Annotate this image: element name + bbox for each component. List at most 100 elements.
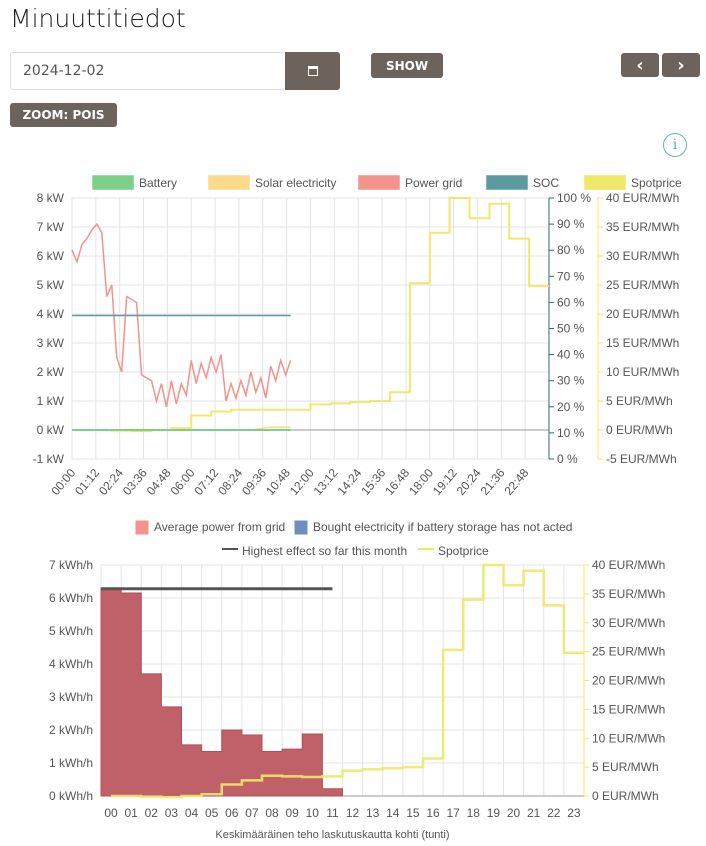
- legend-label: Highest effect so far this month: [242, 544, 407, 558]
- x-tick-label: 15:36: [358, 466, 388, 498]
- y-tick-label: 7 kWh/h: [49, 558, 93, 572]
- y-tick-label: 0 kWh/h: [49, 789, 93, 803]
- x-tick-label: 23: [567, 806, 581, 820]
- x-tick-label: 01: [125, 806, 139, 820]
- x-tick-label: 12:00: [287, 466, 317, 498]
- x-tick-label: 14: [386, 806, 400, 820]
- price-tick-label: 40 EUR/MWh: [606, 191, 679, 205]
- legend-label: Solar electricity: [255, 176, 336, 190]
- price-tick-label: 25 EUR/MWh: [606, 278, 679, 292]
- price-tick-label: 30 EUR/MWh: [606, 249, 679, 263]
- x-tick-label: 21:36: [478, 466, 508, 498]
- legend-swatch: [135, 520, 149, 535]
- price-tick-label: -5 EUR/MWh: [606, 452, 677, 466]
- x-tick-label: 16:48: [382, 466, 412, 498]
- y-tick-label: 7 kW: [37, 220, 65, 234]
- soc-tick-label: 10 %: [557, 426, 585, 440]
- price-tick-label: 20 EUR/MWh: [606, 307, 679, 321]
- price-tick-label: 30 EUR/MWh: [592, 616, 665, 630]
- y-tick-label: 6 kW: [37, 249, 65, 263]
- price-tick-label: 0 EUR/MWh: [592, 789, 659, 803]
- x-tick-label: 15: [406, 806, 420, 820]
- soc-tick-label: 80 %: [557, 243, 585, 257]
- x-tick-label: 19:12: [430, 466, 460, 498]
- x-tick-label: 08: [265, 806, 279, 820]
- y-tick-label: 1 kW: [37, 394, 65, 408]
- x-tick-label: 07:12: [191, 466, 221, 498]
- price-tick-label: 35 EUR/MWh: [592, 587, 665, 601]
- price-tick-label: 15 EUR/MWh: [592, 702, 665, 716]
- x-tick-label: 09: [286, 806, 300, 820]
- x-tick-label: 04: [185, 806, 199, 820]
- x-tick-label: 22: [547, 806, 561, 820]
- y-tick-label: 4 kWh/h: [49, 657, 93, 671]
- x-tick-label: 13:12: [311, 466, 341, 498]
- y-tick-label: 1 kWh/h: [49, 756, 93, 770]
- x-tick-label: 00:00: [48, 466, 78, 498]
- price-tick-label: 20 EUR/MWh: [592, 674, 665, 688]
- legend-label: Power grid: [405, 176, 462, 190]
- x-tick-label: 20: [507, 806, 521, 820]
- soc-tick-label: 70 %: [557, 269, 585, 283]
- price-tick-label: 0 EUR/MWh: [606, 423, 673, 437]
- y-tick-label: 5 kWh/h: [49, 624, 93, 638]
- x-tick-label: 08:24: [215, 466, 245, 498]
- soc-tick-label: 20 %: [557, 400, 585, 414]
- x-tick-label: 19: [487, 806, 501, 820]
- y-tick-label: 0 kW: [37, 423, 65, 437]
- price-tick-label: 5 EUR/MWh: [592, 760, 659, 774]
- price-tick-label: 15 EUR/MWh: [606, 336, 679, 350]
- price-tick-label: 10 EUR/MWh: [606, 365, 679, 379]
- soc-tick-label: 100 %: [557, 191, 591, 205]
- soc-tick-label: 0 %: [557, 452, 578, 466]
- soc-tick-label: 60 %: [557, 295, 585, 309]
- y-tick-label: 3 kWh/h: [49, 690, 93, 704]
- y-tick-label: 8 kW: [37, 191, 65, 205]
- x-tick-label: 10:48: [263, 466, 293, 498]
- soc-tick-label: 90 %: [557, 217, 585, 231]
- y-tick-label: 2 kW: [37, 365, 65, 379]
- price-tick-label: 40 EUR/MWh: [592, 558, 665, 572]
- x-tick-label: 14:24: [334, 466, 364, 498]
- y-tick-label: 3 kW: [37, 336, 65, 350]
- price-tick-label: 5 EUR/MWh: [606, 394, 673, 408]
- soc-tick-label: 30 %: [557, 374, 585, 388]
- x-tick-label: 02:24: [96, 466, 126, 498]
- x-tick-label: 13: [366, 806, 380, 820]
- y-tick-label: -1 kW: [33, 452, 65, 466]
- x-tick-label: 12: [346, 806, 360, 820]
- y-tick-label: 6 kWh/h: [49, 591, 93, 605]
- legend-label: Bought electricity if battery storage ha…: [313, 520, 572, 534]
- x-axis-title: Keskimääräinen teho laskutuskautta kohti…: [215, 829, 449, 841]
- legend-label: Battery: [139, 176, 177, 190]
- legend-label: Average power from grid: [154, 520, 285, 534]
- legend-swatch: [208, 175, 250, 190]
- legend-swatch: [486, 175, 528, 190]
- legend-swatch: [358, 175, 400, 190]
- price-tick-label: 10 EUR/MWh: [592, 731, 665, 745]
- x-tick-label: 21: [527, 806, 541, 820]
- soc-tick-label: 40 %: [557, 348, 585, 362]
- x-tick-label: 16: [426, 806, 440, 820]
- legend-swatch: [92, 175, 134, 190]
- legend-swatch: [294, 520, 308, 535]
- legend-label: Spotprice: [631, 176, 682, 190]
- x-tick-label: 22:48: [501, 466, 531, 498]
- legend-label: Spotprice: [438, 544, 489, 558]
- y-tick-label: 2 kWh/h: [49, 723, 93, 737]
- x-tick-label: 02: [145, 806, 159, 820]
- x-tick-label: 06:00: [168, 466, 198, 498]
- y-tick-label: 5 kW: [37, 278, 65, 292]
- x-tick-label: 07: [245, 806, 259, 820]
- x-tick-label: 00: [104, 806, 118, 820]
- x-tick-label: 06: [225, 806, 239, 820]
- y-tick-label: 4 kW: [37, 307, 65, 321]
- x-tick-label: 05: [205, 806, 219, 820]
- x-tick-label: 20:24: [454, 466, 484, 498]
- price-tick-label: 25 EUR/MWh: [592, 645, 665, 659]
- charts: Battery Solar electricity Power grid SOC Spo…: [33, 175, 682, 841]
- x-tick-label: 03:36: [120, 466, 150, 498]
- x-tick-label: 09:36: [239, 466, 269, 498]
- x-tick-label: 03: [165, 806, 179, 820]
- x-tick-label: 04:48: [144, 466, 174, 498]
